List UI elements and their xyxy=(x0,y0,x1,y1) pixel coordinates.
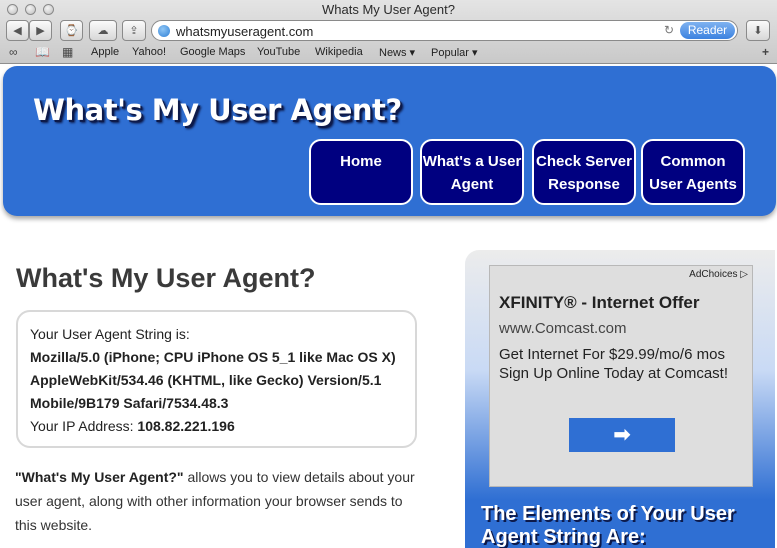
nav-whats-a-user-agent[interactable]: What's a User Agent xyxy=(420,139,524,205)
ip-address-value: 108.82.221.196 xyxy=(137,418,235,434)
browser-chrome: Whats My User Agent? ◀ ▶ ⌚ ☁ ⇪ whatsmyus… xyxy=(0,0,777,64)
share-icon: ⇪ xyxy=(129,25,139,37)
downloads-icon: ⬇ xyxy=(753,25,763,37)
share-button[interactable]: ⇪ xyxy=(122,20,146,41)
user-agent-line-3: Mobile/9B179 Safari/7534.48.3 xyxy=(30,395,229,411)
bookmarks-book-icon[interactable]: 📖 xyxy=(35,45,50,59)
user-agent-box: Your User Agent String is: Mozilla/5.0 (… xyxy=(16,310,417,448)
forward-button[interactable]: ▶ xyxy=(29,20,52,41)
site-favicon-icon xyxy=(158,25,170,37)
bookmark-yahoo[interactable]: Yahoo! xyxy=(132,46,166,58)
cloud-icon: ☁ xyxy=(97,25,109,37)
adchoices-link[interactable]: AdChoices ▷ xyxy=(689,269,748,280)
ad-banner[interactable]: AdChoices ▷ XFINITY® - Internet Offer ww… xyxy=(489,265,753,487)
add-tab-icon[interactable]: + xyxy=(762,45,769,59)
address-bar[interactable]: whatsmyuseragent.com ↻ Reader xyxy=(151,20,738,41)
back-button[interactable]: ◀ xyxy=(6,20,29,41)
sidebar-heading: The Elements of Your User Agent String A… xyxy=(481,503,735,548)
user-agent-line-1: Mozilla/5.0 (iPhone; CPU iPhone OS 5_1 l… xyxy=(30,349,396,365)
icloud-tabs-button[interactable]: ☁ xyxy=(89,20,117,41)
top-sites-icon[interactable]: ▦ xyxy=(62,45,73,59)
intro-bold: "What's My User Agent?" xyxy=(15,469,184,485)
bookmark-apple[interactable]: Apple xyxy=(91,46,119,58)
ad-body: Get Internet For $29.99/mo/6 mos Sign Up… xyxy=(499,346,729,382)
ip-address-label: Your IP Address: xyxy=(30,418,134,434)
reader-button[interactable]: Reader xyxy=(680,22,735,39)
user-agent-label: Your User Agent String is: xyxy=(30,326,190,342)
ad-url[interactable]: www.Comcast.com xyxy=(499,320,627,337)
back-icon: ◀ xyxy=(13,25,22,37)
bookmark-wikipedia[interactable]: Wikipedia xyxy=(315,46,363,58)
history-button[interactable]: ⌚ xyxy=(60,20,83,41)
ip-address-row: Your IP Address: 108.82.221.196 xyxy=(30,418,235,434)
intro-paragraph: "What's My User Agent?" allows you to vi… xyxy=(15,465,425,537)
arrow-right-icon: ➡ xyxy=(613,424,631,446)
bookmarks-bar: ∞ 📖 ▦ Apple Yahoo! Google Maps YouTube W… xyxy=(0,44,777,62)
bookmark-popular-menu[interactable]: Popular ▾ xyxy=(431,46,478,59)
reload-icon[interactable]: ↻ xyxy=(664,23,674,37)
title-bar: Whats My User Agent? xyxy=(0,0,777,18)
downloads-button[interactable]: ⬇ xyxy=(746,20,770,41)
bookmark-google-maps[interactable]: Google Maps xyxy=(180,46,245,58)
nav-home[interactable]: Home xyxy=(309,139,413,205)
site-header: What's My User Agent? Home What's a User… xyxy=(3,66,776,216)
ad-headline[interactable]: XFINITY® - Internet Offer xyxy=(499,293,699,313)
ad-go-button[interactable]: ➡ xyxy=(569,418,675,452)
url-text[interactable]: whatsmyuseragent.com xyxy=(176,24,313,39)
page-title: What's My User Agent? xyxy=(16,263,316,293)
browser-toolbar: ◀ ▶ ⌚ ☁ ⇪ whatsmyuseragent.com ↻ Reader … xyxy=(0,19,777,43)
site-title[interactable]: What's My User Agent? xyxy=(33,93,402,127)
forward-icon: ▶ xyxy=(36,25,45,37)
reading-list-icon[interactable]: ∞ xyxy=(9,45,18,59)
nav-check-server-response[interactable]: Check Server Response xyxy=(532,139,636,205)
nav-common-user-agents[interactable]: Common User Agents xyxy=(641,139,745,205)
user-agent-line-2: AppleWebKit/534.46 (KHTML, like Gecko) V… xyxy=(30,372,382,388)
history-icon: ⌚ xyxy=(64,25,79,37)
bookmark-youtube[interactable]: YouTube xyxy=(257,46,300,58)
bookmark-news-menu[interactable]: News ▾ xyxy=(379,46,415,59)
window-title: Whats My User Agent? xyxy=(322,2,455,17)
